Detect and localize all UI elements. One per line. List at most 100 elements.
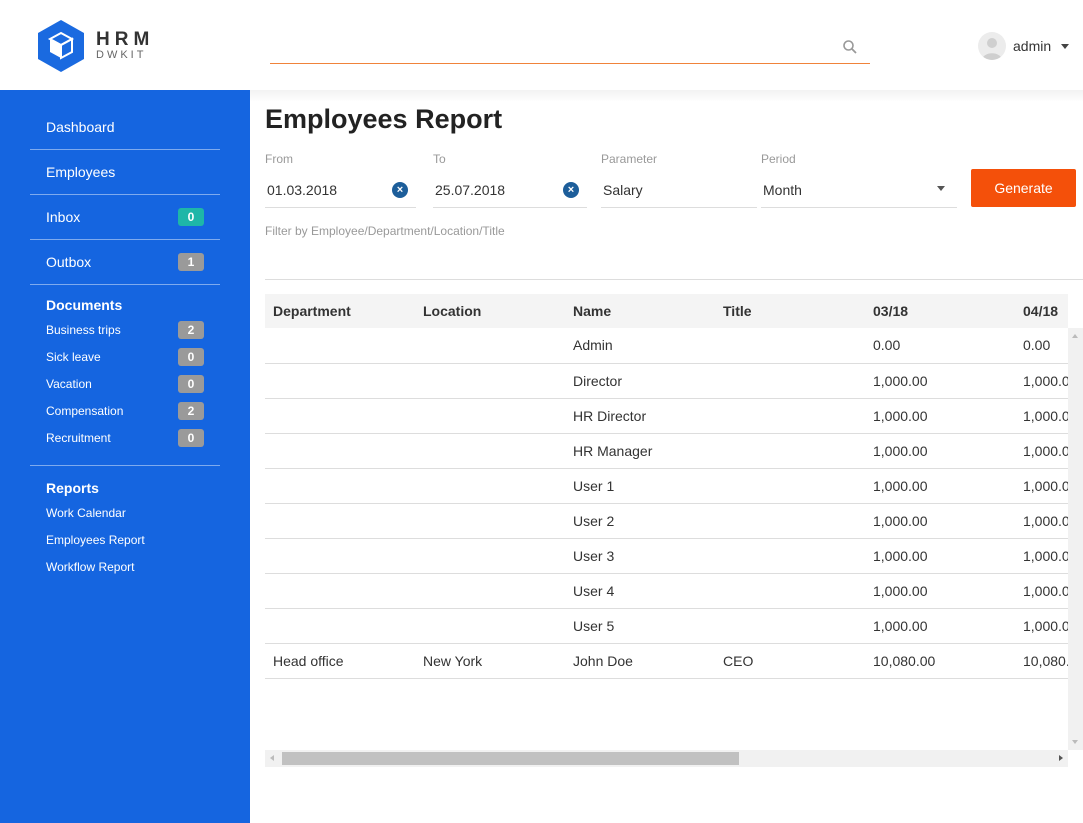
column-header-department[interactable]: Department — [265, 294, 415, 328]
logo[interactable]: HRM DWKIT — [38, 20, 178, 72]
table-cell: HR Manager — [565, 433, 715, 469]
scroll-right-icon[interactable] — [1059, 755, 1063, 761]
table-cell — [265, 398, 415, 434]
from-label: From — [265, 152, 293, 166]
table-cell: 1,000.00 — [865, 503, 1015, 539]
table-cell: Admin — [565, 328, 715, 364]
cube-logo-icon — [38, 20, 84, 72]
column-header-period[interactable]: 04/18 — [1015, 294, 1068, 328]
sidebar-item-employees[interactable]: Employees — [30, 150, 220, 195]
table-cell: 1,000.00 — [865, 363, 1015, 399]
table-cell — [265, 363, 415, 399]
table-cell: User 1 — [565, 468, 715, 504]
search-input[interactable] — [270, 32, 830, 62]
table-row[interactable]: HR Director 1,000.001,000.00 — [265, 398, 1068, 434]
chevron-down-icon — [937, 186, 945, 191]
table-cell — [415, 503, 565, 539]
table-row[interactable]: User 3 1,000.001,000.00 — [265, 538, 1068, 574]
column-header-title[interactable]: Title — [715, 294, 865, 328]
table-cell — [415, 433, 565, 469]
table-cell: 1,000.00 — [1015, 363, 1068, 399]
to-label: To — [433, 152, 446, 166]
filter-input[interactable]: Filter by Employee/Department/Location/T… — [265, 224, 505, 238]
sidebar-item-employees-report[interactable]: Employees Report — [46, 526, 204, 553]
count-badge: 0 — [178, 347, 204, 366]
sidebar-item-recruitment[interactable]: Recruitment 0 — [46, 424, 204, 451]
page-title: Employees Report — [265, 104, 503, 134]
table-cell: HR Director — [565, 398, 715, 434]
horizontal-scrollbar[interactable] — [265, 750, 1068, 767]
sidebar-item-label: Inbox — [46, 209, 81, 225]
count-badge: 0 — [178, 374, 204, 393]
table-row[interactable]: User 4 1,000.001,000.00 — [265, 573, 1068, 609]
table-cell — [415, 608, 565, 644]
search-icon[interactable] — [842, 39, 858, 55]
username: admin — [1013, 38, 1052, 54]
vertical-scrollbar[interactable] — [1068, 328, 1083, 750]
user-menu[interactable]: admin — [978, 32, 1070, 60]
search-bar — [270, 32, 870, 64]
period-select[interactable]: Month — [761, 172, 957, 208]
scrollbar-thumb[interactable] — [282, 752, 739, 765]
generate-button[interactable]: Generate — [971, 169, 1076, 207]
period-value: Month — [763, 181, 802, 198]
column-header-location[interactable]: Location — [415, 294, 565, 328]
sidebar-item-compensation[interactable]: Compensation 2 — [46, 397, 204, 424]
table-cell — [715, 573, 865, 609]
user-icon — [982, 38, 1002, 60]
report-table-container: Department Location Name Title 03/18 04/… — [265, 294, 1068, 768]
sidebar-item-vacation[interactable]: Vacation 0 — [46, 370, 204, 397]
table-row[interactable]: User 2 1,000.001,000.00 — [265, 503, 1068, 539]
table-cell — [265, 433, 415, 469]
from-date-field[interactable]: 01.03.2018 × — [265, 172, 416, 208]
table-cell: New York — [415, 643, 565, 679]
sidebar-item-outbox[interactable]: Outbox 1 — [30, 240, 220, 285]
reports-heading[interactable]: Reports — [46, 477, 204, 499]
table-cell: 0.00 — [1015, 328, 1068, 364]
sidebar-item-work-calendar[interactable]: Work Calendar — [46, 499, 204, 526]
table-row[interactable]: User 5 1,000.001,000.00 — [265, 608, 1068, 644]
table-cell: 1,000.00 — [865, 433, 1015, 469]
table-cell — [715, 433, 865, 469]
count-badge: 2 — [178, 320, 204, 339]
count-badge: 2 — [178, 401, 204, 420]
table-header-row: Department Location Name Title 03/18 04/… — [265, 294, 1068, 328]
sidebar-item-sick-leave[interactable]: Sick leave 0 — [46, 343, 204, 370]
to-date-value: 25.07.2018 — [435, 181, 506, 198]
table-cell: 1,000.00 — [1015, 468, 1068, 504]
sidebar-item-business-trips[interactable]: Business trips 2 — [46, 316, 204, 343]
sidebar-item-label: Workflow Report — [46, 559, 135, 574]
table-cell — [715, 503, 865, 539]
table-row[interactable]: Head office New York John Doe CEO 10,080.00 1… — [265, 643, 1068, 679]
sidebar-item-inbox[interactable]: Inbox 0 — [30, 195, 220, 240]
table-cell — [265, 573, 415, 609]
table-cell: User 2 — [565, 503, 715, 539]
scroll-left-icon[interactable] — [270, 755, 274, 761]
table-cell — [715, 398, 865, 434]
parameter-value: Salary — [603, 181, 643, 198]
count-badge: 0 — [178, 428, 204, 447]
table-row[interactable]: Admin 0.00 0.00 — [265, 328, 1068, 364]
table-cell: 1,000.00 — [1015, 608, 1068, 644]
clear-to-icon[interactable]: × — [563, 182, 579, 198]
clear-from-icon[interactable]: × — [392, 182, 408, 198]
parameter-select[interactable]: Salary — [601, 172, 757, 208]
documents-section: Documents Business trips 2 Sick leave 0 … — [30, 294, 220, 466]
sidebar-item-workflow-report[interactable]: Workflow Report — [46, 553, 204, 580]
column-header-name[interactable]: Name — [565, 294, 715, 328]
table-cell — [715, 538, 865, 574]
table-row[interactable]: HR Manager 1,000.001,000.00 — [265, 433, 1068, 469]
sidebar-item-label: Vacation — [46, 376, 92, 391]
column-header-period[interactable]: 03/18 — [865, 294, 1015, 328]
scroll-up-icon[interactable] — [1072, 334, 1078, 338]
table-cell: 1,000.00 — [865, 573, 1015, 609]
to-date-field[interactable]: 25.07.2018 × — [433, 172, 587, 208]
sidebar-item-dashboard[interactable]: Dashboard — [30, 105, 220, 150]
table-row[interactable]: User 1 1,000.001,000.00 — [265, 468, 1068, 504]
table-cell: User 3 — [565, 538, 715, 574]
table-row[interactable]: Director 1,000.001,000.00 — [265, 363, 1068, 399]
scroll-down-icon[interactable] — [1072, 740, 1078, 744]
sidebar-item-label: Recruitment — [46, 430, 111, 445]
sidebar-item-label: Business trips — [46, 322, 121, 337]
documents-heading[interactable]: Documents — [46, 294, 204, 316]
